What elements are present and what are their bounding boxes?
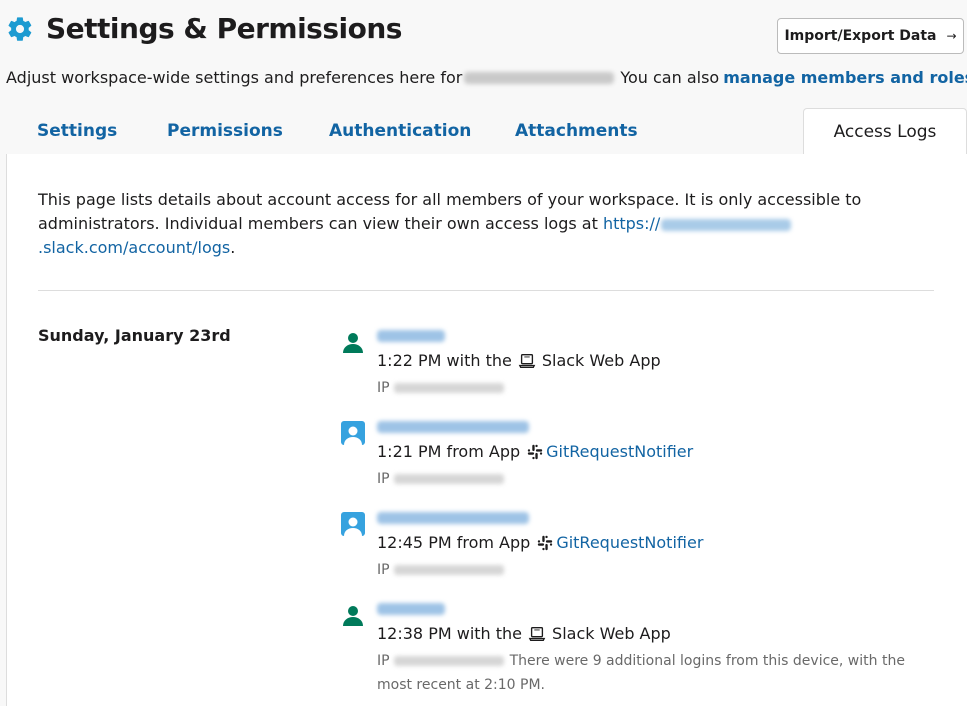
log-time-line: 1:22 PM with the Slack Web App bbox=[377, 351, 917, 370]
log-ip-line: IP bbox=[377, 467, 917, 491]
app-avatar-icon bbox=[341, 421, 365, 445]
ip-label: IP bbox=[377, 471, 390, 487]
log-time: 1:21 PM from App bbox=[377, 442, 521, 461]
intro-text: This page lists details about account ac… bbox=[38, 188, 908, 260]
user-name-redacted[interactable] bbox=[377, 603, 445, 615]
app-name-redacted[interactable] bbox=[377, 421, 529, 433]
ip-label: IP bbox=[377, 380, 390, 396]
log-body: 1:21 PM from App GitRequestNotifier IP bbox=[377, 417, 917, 491]
title-row: Settings & Permissions bbox=[6, 12, 402, 45]
settings-page: Settings & Permissions Import/Export Dat… bbox=[0, 0, 967, 706]
laptop-icon bbox=[528, 626, 546, 641]
log-time: 12:45 PM from App bbox=[377, 533, 531, 552]
log-entry: 1:21 PM from App GitRequestNotifier IP bbox=[341, 417, 941, 508]
log-time: 1:22 PM with the bbox=[377, 351, 512, 370]
log-time-line: 12:45 PM from App GitRequestNotifier bbox=[377, 533, 917, 552]
log-ip-line: IP There were 9 additional logins from th… bbox=[377, 649, 917, 697]
workspace-name-redacted bbox=[464, 71, 615, 84]
tab-attachments[interactable]: Attachments bbox=[515, 108, 638, 155]
log-source: Slack Web App bbox=[552, 624, 671, 643]
tab-bar: Settings Permissions Authentication Atta… bbox=[6, 108, 967, 156]
divider bbox=[38, 290, 934, 291]
app-link[interactable]: GitRequestNotifier bbox=[546, 442, 693, 461]
log-time: 12:38 PM with the bbox=[377, 624, 523, 643]
log-body: 12:45 PM from App GitRequestNotifier IP bbox=[377, 508, 917, 582]
user-avatar-icon bbox=[343, 606, 363, 626]
ip-address-redacted bbox=[393, 565, 504, 575]
import-export-label: Import/Export Data bbox=[784, 28, 937, 44]
date-group-label: Sunday, January 23rd bbox=[38, 326, 231, 345]
app-link[interactable]: GitRequestNotifier bbox=[556, 533, 703, 552]
arrow-right-icon: → bbox=[946, 29, 957, 43]
subtitle-text-after: You can also bbox=[620, 68, 720, 87]
app-name-redacted[interactable] bbox=[377, 512, 529, 524]
log-ip-line: IP bbox=[377, 376, 917, 400]
tab-permissions[interactable]: Permissions bbox=[167, 108, 283, 155]
app-avatar-icon bbox=[341, 512, 365, 536]
tab-access-logs[interactable]: Access Logs bbox=[803, 108, 967, 156]
log-entry: 12:45 PM from App GitRequestNotifier IP bbox=[341, 508, 941, 599]
ip-label: IP bbox=[377, 562, 390, 578]
tab-authentication[interactable]: Authentication bbox=[329, 108, 471, 155]
log-entry: 12:38 PM with the Slack Web App IP There … bbox=[341, 599, 941, 693]
account-logs-link-suffix: .slack.com/account/logs bbox=[38, 238, 231, 257]
slack-logo-icon bbox=[538, 535, 553, 550]
page-subtitle: Adjust workspace-wide settings and prefe… bbox=[6, 68, 967, 87]
ip-address-redacted bbox=[393, 474, 504, 484]
subtitle-text: Adjust workspace-wide settings and prefe… bbox=[6, 68, 463, 87]
access-log-list: 1:22 PM with the Slack Web App IP 1:21 P… bbox=[341, 326, 941, 693]
workspace-subdomain-redacted bbox=[661, 218, 792, 231]
ip-label: IP bbox=[377, 653, 390, 669]
laptop-icon bbox=[518, 353, 536, 368]
log-body: 1:22 PM with the Slack Web App IP bbox=[377, 326, 917, 400]
user-name-redacted[interactable] bbox=[377, 330, 445, 342]
log-entry: 1:22 PM with the Slack Web App IP bbox=[341, 326, 941, 417]
account-logs-link-prefix: https:// bbox=[602, 214, 661, 233]
log-body: 12:38 PM with the Slack Web App IP There … bbox=[377, 599, 917, 697]
ip-address-redacted bbox=[393, 656, 504, 666]
access-logs-panel: This page lists details about account ac… bbox=[6, 154, 967, 706]
log-time-line: 12:38 PM with the Slack Web App bbox=[377, 624, 917, 643]
manage-members-link[interactable]: manage members and roles bbox=[723, 68, 967, 87]
log-source: Slack Web App bbox=[541, 351, 661, 370]
log-time-line: 1:21 PM from App GitRequestNotifier bbox=[377, 442, 917, 461]
user-avatar-icon bbox=[343, 333, 363, 353]
tab-settings[interactable]: Settings bbox=[37, 108, 117, 155]
import-export-button[interactable]: Import/Export Data → bbox=[777, 18, 964, 54]
log-ip-line: IP bbox=[377, 558, 917, 582]
slack-logo-icon bbox=[527, 444, 543, 459]
page-title: Settings & Permissions bbox=[46, 12, 402, 45]
ip-address-redacted bbox=[393, 383, 504, 393]
intro-period: . bbox=[230, 238, 236, 257]
gear-icon bbox=[8, 16, 32, 41]
